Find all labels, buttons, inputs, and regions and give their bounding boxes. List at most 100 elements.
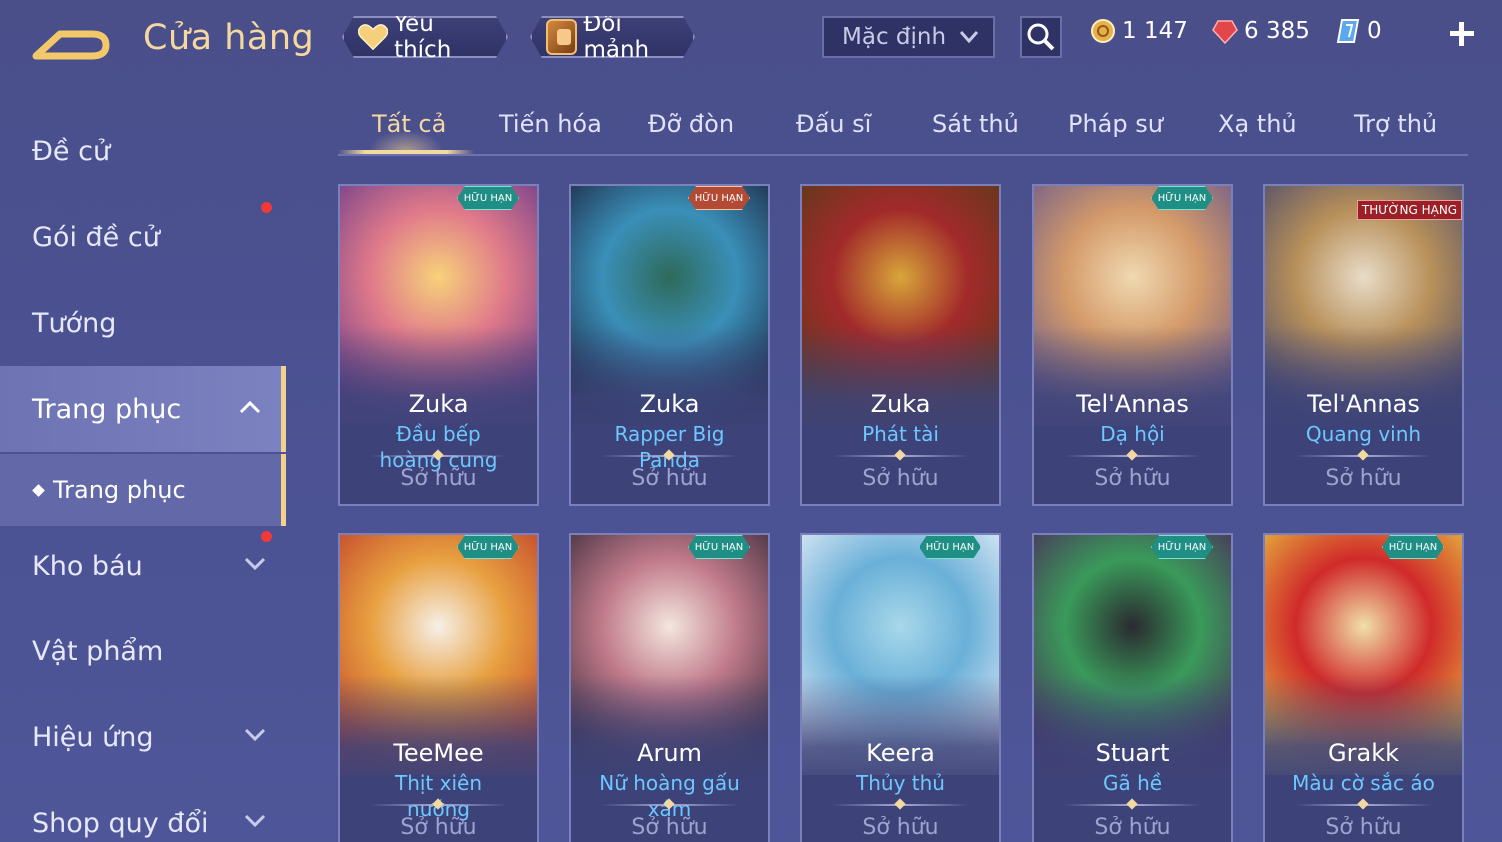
hero-name: Stuart <box>1095 739 1170 767</box>
badge-label: HỮU HẠN <box>463 192 513 204</box>
tab-assassin[interactable]: Sát thủ <box>932 110 1019 138</box>
favorites-label: Yêu thích <box>394 11 452 63</box>
hero-name: Arum <box>637 739 702 767</box>
skin-name: Màu cờ sắc áo <box>1292 771 1435 795</box>
badge-label: THƯỜNG HẠNG <box>1361 203 1458 217</box>
tab-mage[interactable]: Pháp sư <box>1068 110 1163 138</box>
owned-status: Sở hữu <box>1094 815 1171 840</box>
sidebar-item-treasure[interactable]: Kho báu <box>0 523 286 609</box>
skin-card[interactable]: HỮU HẠNArumNữ hoàng gấu xámSở hữu <box>569 533 770 842</box>
ruby-balance: 6 385 <box>1212 18 1310 44</box>
page-title: Cửa hàng <box>143 18 315 58</box>
exchange-shards-button[interactable]: Đổi mảnh <box>530 16 695 58</box>
card-divider <box>1295 455 1432 457</box>
badge-label: HỮU HẠN <box>1157 192 1207 204</box>
role-tabs: Tất cả Tiến hóa Đỡ đòn Đấu sĩ Sát thủ Ph… <box>338 100 1468 156</box>
chevron-down-icon <box>959 31 979 44</box>
sidebar-item-label: Hiệu ứng <box>32 721 154 753</box>
chevron-up-icon <box>239 400 261 414</box>
notification-dot <box>261 531 272 542</box>
gold-balance: 1 147 <box>1090 18 1188 44</box>
hero-name: Keera <box>866 739 935 767</box>
sidebar-item-skins[interactable]: Trang phục <box>0 366 286 452</box>
sidebar-item-label: Vật phẩm <box>32 635 164 667</box>
sidebar-item-recommended[interactable]: Đề cử <box>0 108 286 194</box>
badge-label: HỮU HẠN <box>1388 541 1438 553</box>
card-divider <box>1064 455 1201 457</box>
hero-name: TeeMee <box>393 739 484 767</box>
tab-marksman[interactable]: Xạ thủ <box>1218 110 1297 138</box>
hero-name: Tel'Annas <box>1076 390 1189 418</box>
skin-card[interactable]: HỮU HẠN Tel'Annas Dạ hội Sở hữu <box>1032 184 1233 506</box>
gold-coin-icon <box>1091 19 1115 43</box>
sidebar-item-label: Tướng <box>32 307 117 339</box>
tier-badge: HỮU HẠN <box>457 186 519 210</box>
badge-label: HỮU HẠN <box>694 192 744 204</box>
skin-card[interactable]: HỮU HẠN Keera Thủy thủ Sở hữu <box>800 533 1001 842</box>
rank-badge: THƯỜNG HẠNG <box>1357 200 1462 220</box>
card-divider <box>370 804 507 806</box>
card-divider <box>601 804 738 806</box>
hero-name: Tel'Annas <box>1307 390 1420 418</box>
skin-card[interactable]: HỮU HẠNTeeMeeThịt xiên nướngSở hữu <box>338 533 539 842</box>
skin-name: Gã hề <box>1102 771 1163 795</box>
sort-dropdown[interactable]: Mặc định <box>822 16 995 58</box>
heart-icon <box>358 23 388 51</box>
back-arrow-icon[interactable] <box>30 20 112 64</box>
badge-label: HỮU HẠN <box>925 541 975 553</box>
ruby-amount: 6 385 <box>1244 18 1310 44</box>
owned-status: Sở hữu <box>862 815 939 840</box>
owned-status: Sở hữu <box>862 466 939 491</box>
top-up-plus-button[interactable] <box>1446 18 1478 50</box>
hero-name: Zuka <box>870 390 931 418</box>
hero-name: Zuka <box>639 390 700 418</box>
voucher-icon <box>1336 19 1360 43</box>
hero-name: Grakk <box>1328 739 1399 767</box>
sidebar-item-effects[interactable]: Hiệu ứng <box>0 694 286 780</box>
skin-card[interactable]: HỮU HẠNZukaRapper Big PandaSở hữu <box>569 184 770 506</box>
skin-card[interactable]: HỮU HẠN Grakk Màu cờ sắc áo Sở hữu <box>1263 533 1464 842</box>
sidebar: Đề cử Gói đề cử Tướng Trang phục Trang p… <box>0 100 286 842</box>
tab-all[interactable]: Tất cả <box>372 110 446 138</box>
badge-label: HỮU HẠN <box>463 541 513 553</box>
skin-card[interactable]: Zuka Phát tài Sở hữu <box>800 184 1001 506</box>
owned-status: Sở hữu <box>1325 466 1402 491</box>
owned-status: Sở hữu <box>631 815 708 840</box>
badge-label: HỮU HẠN <box>1157 541 1207 553</box>
tab-tank[interactable]: Đỡ đòn <box>648 110 734 138</box>
sidebar-subitem-label: Trang phục <box>53 476 186 504</box>
chevron-down-icon <box>244 728 266 742</box>
search-button[interactable] <box>1020 16 1062 58</box>
search-icon <box>1027 23 1055 51</box>
tier-badge: HỮU HẠN <box>919 535 981 559</box>
tab-support[interactable]: Trợ thủ <box>1354 110 1437 138</box>
skin-grid: HỮU HẠN Zuka Đầu bếp hoàng cung Sở hữu HỮU H… <box>338 184 1468 842</box>
skin-name: Thủy thủ <box>856 771 945 795</box>
sidebar-subitem-skins[interactable]: Trang phục <box>0 454 286 526</box>
skin-name: Dạ hội <box>1100 422 1165 446</box>
owned-status: Sở hữu <box>400 815 477 840</box>
tier-badge: HỮU HẠN <box>457 535 519 559</box>
skin-card[interactable]: HỮU HẠN Stuart Gã hề Sở hữu <box>1032 533 1233 842</box>
sidebar-item-label: Trang phục <box>32 393 182 425</box>
owned-status: Sở hữu <box>631 466 708 491</box>
favorites-button[interactable]: Yêu thích <box>342 16 508 58</box>
sidebar-item-heroes[interactable]: Tướng <box>0 280 286 366</box>
tab-fighter[interactable]: Đấu sĩ <box>796 110 871 138</box>
card-divider <box>1295 804 1432 806</box>
voucher-balance: 0 <box>1335 18 1382 44</box>
sidebar-item-exchange-shop[interactable]: Shop quy đổi <box>0 780 286 842</box>
active-tab-indicator <box>338 150 474 154</box>
sidebar-item-bundles[interactable]: Gói đề cử <box>0 194 286 280</box>
skin-card[interactable]: HỮU HẠN Zuka Đầu bếp hoàng cung Sở hữu <box>338 184 539 506</box>
card-divider <box>601 455 738 457</box>
sidebar-item-items[interactable]: Vật phẩm <box>0 608 286 694</box>
shard-chest-icon <box>546 19 577 55</box>
badge-label: HỮU HẠN <box>694 541 744 553</box>
tab-evolution[interactable]: Tiến hóa <box>499 110 602 138</box>
chevron-down-icon <box>244 557 266 571</box>
tier-badge: HỮU HẠN <box>1151 535 1213 559</box>
gold-amount: 1 147 <box>1122 18 1188 44</box>
skin-card[interactable]: THƯỜNG HẠNG Tel'Annas Quang vinh Sở hữu <box>1263 184 1464 506</box>
owned-status: Sở hữu <box>1094 466 1171 491</box>
